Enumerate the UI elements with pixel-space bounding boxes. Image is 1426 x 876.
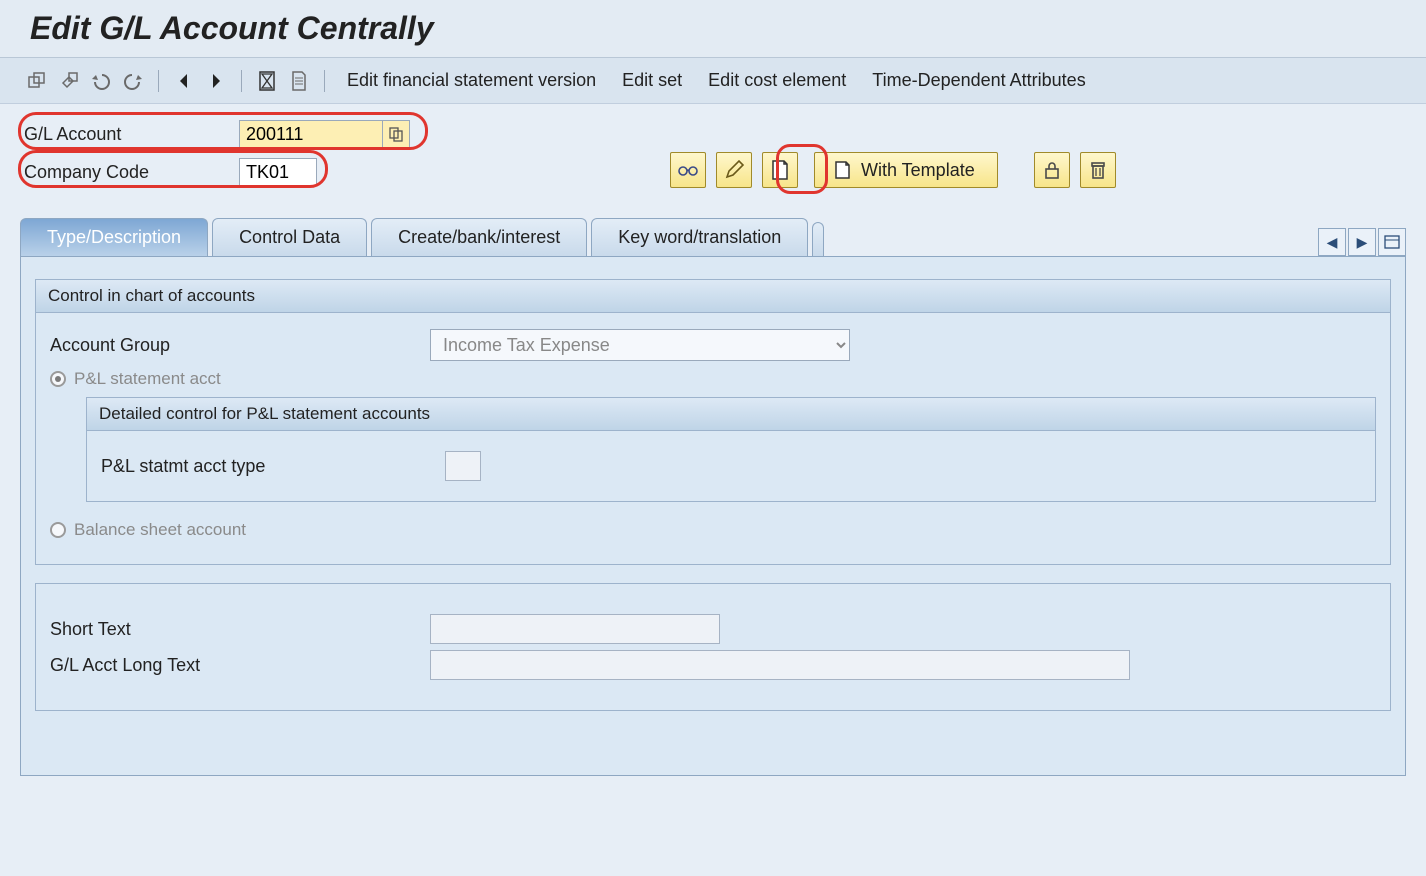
pl-statement-label: P&L statement acct [74, 369, 221, 389]
radio-unselected-icon [50, 522, 66, 538]
tab-type-description[interactable]: Type/Description [20, 218, 208, 256]
tab-overflow-indicator [812, 222, 824, 256]
toolbar-edit-fsv[interactable]: Edit financial statement version [337, 66, 606, 95]
pl-acct-type-label: P&L statmt acct type [101, 456, 445, 477]
toolbar-separator [158, 70, 159, 92]
with-template-button[interactable]: With Template [814, 152, 998, 188]
other-object-icon[interactable] [24, 68, 50, 94]
group-title: Control in chart of accounts [36, 280, 1390, 313]
pl-statement-radio[interactable]: P&L statement acct [50, 369, 1376, 389]
toolbar-separator [241, 70, 242, 92]
description-group: Short Text G/L Acct Long Text [35, 583, 1391, 711]
toolbar-edit-set[interactable]: Edit set [612, 66, 692, 95]
with-template-label: With Template [861, 160, 975, 181]
page-icon [833, 160, 851, 180]
lock-button[interactable] [1034, 152, 1070, 188]
page-title: Edit G/L Account Centrally [30, 10, 1402, 47]
tab-strip: Type/Description Control Data Create/ban… [20, 218, 1406, 256]
title-bar: Edit G/L Account Centrally [0, 0, 1426, 58]
tab-key-word-translation[interactable]: Key word/translation [591, 218, 808, 256]
header-action-row: With Template [670, 152, 1116, 188]
delete-button[interactable] [1080, 152, 1116, 188]
account-group-select[interactable]: Income Tax Expense [430, 329, 850, 361]
glasses-button[interactable] [670, 152, 706, 188]
display-change-icon[interactable] [56, 68, 82, 94]
balance-sheet-label: Balance sheet account [74, 520, 246, 540]
hourglass-icon[interactable] [254, 68, 280, 94]
redo-icon[interactable] [120, 68, 146, 94]
tab-list-button[interactable] [1378, 228, 1406, 256]
company-code-label: Company Code [24, 162, 239, 183]
short-text-input[interactable] [430, 614, 720, 644]
control-chart-accounts-group: Control in chart of accounts Account Gro… [35, 279, 1391, 565]
header-fields: G/L Account Company Code With Te [0, 104, 1426, 218]
toolbar-edit-cost-element[interactable]: Edit cost element [698, 66, 856, 95]
prev-icon[interactable] [171, 68, 197, 94]
account-group-label: Account Group [50, 335, 430, 356]
create-button[interactable] [762, 152, 798, 188]
gl-account-label: G/L Account [24, 124, 239, 145]
radio-selected-icon [50, 371, 66, 387]
toolbar-separator [324, 70, 325, 92]
tab-control-data[interactable]: Control Data [212, 218, 367, 256]
long-text-input[interactable] [430, 650, 1130, 680]
next-icon[interactable] [203, 68, 229, 94]
tab-content: Control in chart of accounts Account Gro… [20, 256, 1406, 776]
long-text-label: G/L Acct Long Text [50, 655, 430, 676]
balance-sheet-radio[interactable]: Balance sheet account [50, 520, 1376, 540]
detailed-pl-group: Detailed control for P&L statement accou… [86, 397, 1376, 502]
pencil-button[interactable] [716, 152, 752, 188]
pl-acct-type-input[interactable] [445, 451, 481, 481]
short-text-label: Short Text [50, 619, 430, 640]
gl-account-value-help[interactable] [382, 120, 410, 148]
app-toolbar: Edit financial statement version Edit se… [0, 58, 1426, 104]
company-code-input[interactable] [239, 158, 317, 186]
undo-icon[interactable] [88, 68, 114, 94]
gl-account-input[interactable] [239, 120, 383, 148]
toolbar-time-dependent[interactable]: Time-Dependent Attributes [862, 66, 1095, 95]
tab-scroll-right[interactable]: ▶ [1348, 228, 1376, 256]
tab-scroll-left[interactable]: ◀ [1318, 228, 1346, 256]
document-icon[interactable] [286, 68, 312, 94]
tab-create-bank-interest[interactable]: Create/bank/interest [371, 218, 587, 256]
group-title: Detailed control for P&L statement accou… [87, 398, 1375, 431]
